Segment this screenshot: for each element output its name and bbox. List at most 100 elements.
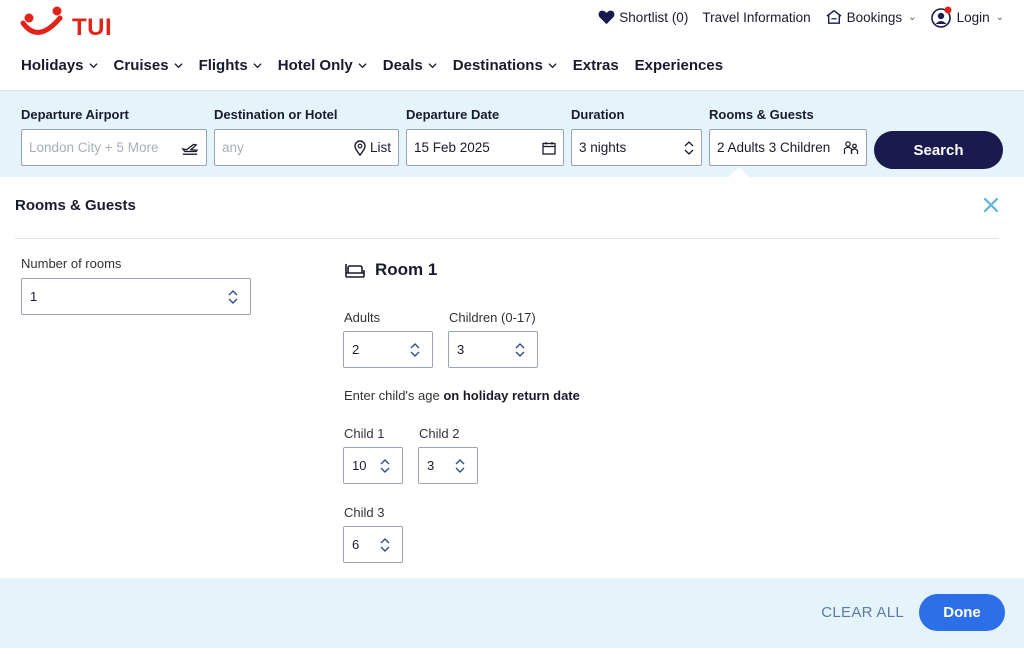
select-updown-icon xyxy=(380,458,390,473)
select-updown-icon xyxy=(228,289,238,304)
number-of-rooms-select[interactable]: 1 xyxy=(21,278,251,315)
child-2-age-value: 3 xyxy=(427,458,435,473)
departure-airport-label: Departure Airport xyxy=(21,107,129,122)
child-2-age-select[interactable]: 3 xyxy=(418,447,478,484)
child-1-label: Child 1 xyxy=(344,426,385,441)
departure-date-input[interactable]: 15 Feb 2025 xyxy=(406,129,564,166)
chevron-down-icon xyxy=(253,63,262,69)
departure-airport-input[interactable]: London City + 5 More xyxy=(21,129,207,166)
done-button[interactable]: Done xyxy=(919,594,1005,631)
nav-destinations[interactable]: Destinations xyxy=(453,57,557,74)
chevron-down-icon xyxy=(548,63,557,69)
nav-deals[interactable]: Deals xyxy=(383,57,437,74)
duration-field: Duration 3 nights xyxy=(571,107,702,166)
bookings-house-icon xyxy=(826,9,842,24)
brand-name: TUI xyxy=(72,14,113,41)
nav-extras[interactable]: Extras xyxy=(573,57,619,74)
user-avatar-icon xyxy=(930,6,952,28)
nav-experiences-label: Experiences xyxy=(634,57,724,74)
departure-date-value: 15 Feb 2025 xyxy=(414,140,490,155)
departure-airport-field: Departure Airport London City + 5 More xyxy=(21,107,207,166)
main-nav: Holidays Cruises Flights Hotel Only Deal… xyxy=(21,57,723,74)
bed-icon xyxy=(345,264,365,278)
travel-information-label: Travel Information xyxy=(702,9,811,25)
departure-airport-value: London City + 5 More xyxy=(29,140,159,155)
panel-divider xyxy=(15,238,999,239)
nav-hotel-only[interactable]: Hotel Only xyxy=(278,57,367,74)
tui-smile-logo-icon xyxy=(20,6,63,35)
destination-value: any xyxy=(222,140,244,155)
child-3-label: Child 3 xyxy=(344,505,385,520)
search-panel: Departure Airport London City + 5 More D… xyxy=(0,91,1024,177)
nav-deals-label: Deals xyxy=(382,57,423,74)
nav-hotel-only-label: Hotel Only xyxy=(277,57,353,74)
nav-extras-label: Extras xyxy=(572,57,619,74)
chevron-down-icon: ⌄ xyxy=(908,11,917,23)
select-updown-icon xyxy=(380,537,390,552)
search-button[interactable]: Search xyxy=(874,131,1003,169)
destination-field: Destination or Hotel any List xyxy=(214,107,399,166)
nav-holidays[interactable]: Holidays xyxy=(21,57,98,74)
child-1-age-select[interactable]: 10 xyxy=(343,447,403,484)
bookings-menu[interactable]: Bookings ⌄ xyxy=(825,9,917,25)
number-of-rooms-label: Number of rooms xyxy=(21,256,122,271)
destination-list-button[interactable]: List xyxy=(354,139,391,156)
select-updown-icon xyxy=(515,342,525,357)
child-age-note: Enter child's age on holiday return date xyxy=(344,388,580,403)
child-1-age-value: 10 xyxy=(352,458,367,473)
duration-value: 3 nights xyxy=(579,140,627,155)
duration-label: Duration xyxy=(571,107,625,122)
login-label: Login xyxy=(956,9,990,25)
nav-destinations-label: Destinations xyxy=(452,57,543,74)
chevron-down-icon xyxy=(428,63,437,69)
shortlist-link[interactable]: Shortlist (0) xyxy=(598,9,688,25)
child-3-age-value: 6 xyxy=(352,537,360,552)
select-updown-icon xyxy=(410,342,420,357)
room-title: Room 1 xyxy=(375,260,438,279)
nav-flights[interactable]: Flights xyxy=(199,57,262,74)
number-of-rooms-value: 1 xyxy=(30,289,38,304)
guests-icon xyxy=(843,140,859,156)
heart-icon xyxy=(598,10,615,25)
child-3-age-select[interactable]: 6 xyxy=(343,526,403,563)
child-age-note-bold: on holiday return date xyxy=(443,388,580,403)
rooms-guests-label: Rooms & Guests xyxy=(709,107,814,122)
child-2-label: Child 2 xyxy=(419,426,460,441)
child-age-note-prefix: Enter child's age xyxy=(344,388,440,403)
travel-information-link[interactable]: Travel Information xyxy=(702,10,810,25)
adults-label: Adults xyxy=(344,310,381,325)
select-updown-icon xyxy=(684,140,694,156)
clear-all-button[interactable]: CLEAR ALL xyxy=(821,604,904,621)
utility-nav: Shortlist (0) Travel Information Booking… xyxy=(598,6,1004,28)
nav-experiences[interactable]: Experiences xyxy=(635,57,723,74)
destination-label: Destination or Hotel xyxy=(214,107,338,122)
tui-logo[interactable]: TUI xyxy=(20,4,112,44)
nav-cruises[interactable]: Cruises xyxy=(114,57,183,74)
plane-takeoff-icon xyxy=(181,140,199,156)
login-menu[interactable]: Login ⌄ xyxy=(930,6,1004,28)
select-updown-icon xyxy=(455,458,465,473)
calendar-icon xyxy=(542,141,556,155)
children-label: Children (0-17) xyxy=(449,310,536,325)
children-value: 3 xyxy=(457,342,465,357)
chevron-down-icon xyxy=(173,63,183,69)
chevron-down-icon xyxy=(88,63,98,69)
nav-cruises-label: Cruises xyxy=(113,57,169,74)
chevron-down-icon xyxy=(358,63,367,69)
map-pin-icon xyxy=(354,139,366,156)
destination-input[interactable]: any List xyxy=(214,129,399,166)
panel-title: Rooms & Guests xyxy=(15,197,136,214)
departure-date-label: Departure Date xyxy=(406,107,500,122)
room-1-header: Room 1 xyxy=(344,260,437,280)
rooms-guests-input[interactable]: 2 Adults 3 Children xyxy=(709,129,867,166)
rooms-guests-value: 2 Adults 3 Children xyxy=(717,140,831,155)
nav-flights-label: Flights xyxy=(198,57,248,74)
adults-value: 2 xyxy=(352,342,360,357)
shortlist-label: Shortlist (0) xyxy=(619,9,689,25)
duration-select[interactable]: 3 nights xyxy=(571,129,702,166)
adults-select[interactable]: 2 xyxy=(343,331,433,368)
departure-date-field: Departure Date 15 Feb 2025 xyxy=(406,107,564,166)
children-select[interactable]: 3 xyxy=(448,331,538,368)
close-icon[interactable] xyxy=(982,196,1000,214)
list-label: List xyxy=(369,140,391,155)
